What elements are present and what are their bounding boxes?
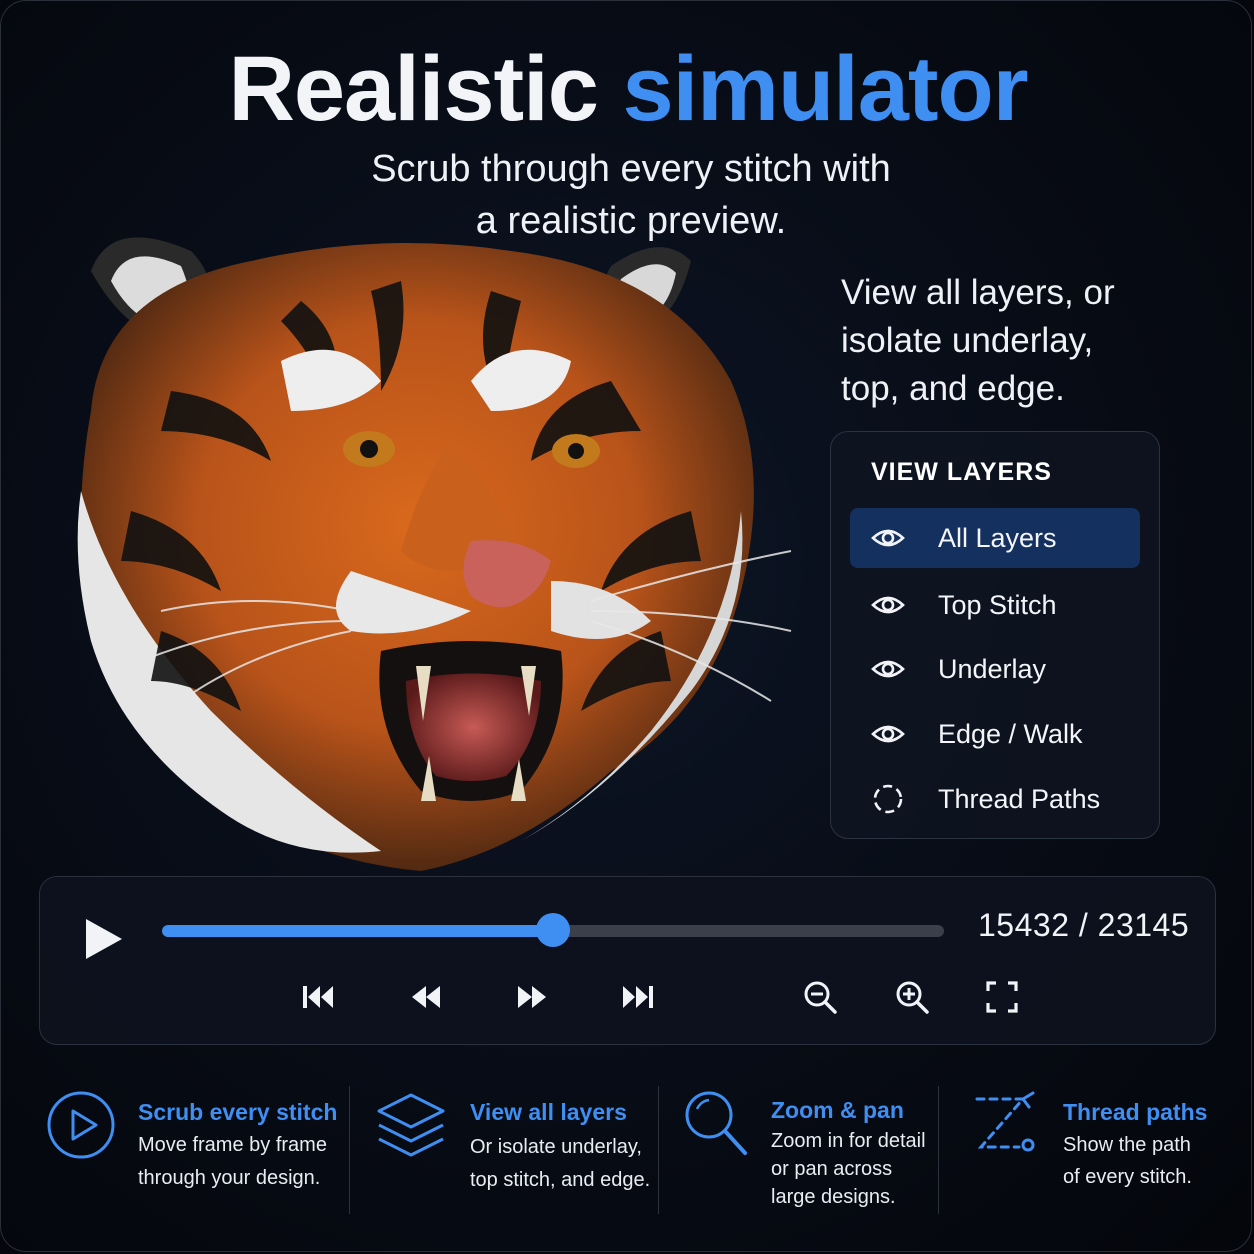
total-stitches: 23145 <box>1097 907 1190 943</box>
rewind-icon <box>412 986 440 1008</box>
feature-scrub: Scrub every stitch Move frame by frame t… <box>46 1089 338 1219</box>
feature-desc-line-2: through your design. <box>138 1167 321 1189</box>
stitch-counter: 15432 / 23145 <box>978 907 1189 944</box>
eye-icon <box>871 725 905 743</box>
feature-desc-line-2: of every stitch. <box>1063 1166 1192 1188</box>
rewind-button[interactable] <box>406 977 446 1017</box>
thread-path-icon <box>975 1091 1035 1152</box>
current-stitch: 15432 <box>978 907 1070 943</box>
feature-desc-line-2: top stitch, and edge. <box>470 1169 651 1191</box>
layers-description-line-2: isolate underlay, <box>841 321 1094 360</box>
skip-to-end-button[interactable] <box>618 977 658 1017</box>
zoom-out-button[interactable] <box>800 977 840 1017</box>
feature-title: View all layers <box>470 1099 627 1125</box>
feature-divider <box>658 1086 659 1214</box>
page-title: Realistic simulator <box>1 38 1251 140</box>
view-layers-title: VIEW LAYERS <box>871 458 1052 486</box>
layers-description-line-1: View all layers, or <box>841 273 1115 312</box>
feature-title: Scrub every stitch <box>138 1099 338 1125</box>
feature-desc-line-1: Or isolate underlay, <box>470 1136 642 1158</box>
view-layers-panel: VIEW LAYERS All Layers Top Stitch Underl… <box>830 431 1160 839</box>
feature-zoom: Zoom & pan Zoom in for detail or pan acr… <box>683 1089 933 1219</box>
counter-separator: / <box>1078 907 1089 943</box>
feature-desc-line-2: or pan across <box>771 1158 893 1180</box>
zoom-in-button[interactable] <box>892 977 932 1017</box>
title-accent: simulator <box>622 38 1028 140</box>
eye-icon <box>871 529 905 547</box>
layers-description-line-3: top, and edge. <box>841 369 1065 408</box>
layer-option-all-layers[interactable]: All Layers <box>850 508 1140 568</box>
layer-option-label: Thread Paths <box>938 783 1101 814</box>
layer-option-top-stitch[interactable]: Top Stitch <box>850 575 1140 635</box>
play-icon[interactable] <box>80 915 128 963</box>
feature-desc-line-1: Zoom in for detail <box>771 1130 926 1152</box>
layers-icon <box>377 1093 445 1157</box>
feature-divider <box>938 1086 939 1214</box>
layer-option-label: Top Stitch <box>938 589 1057 620</box>
feature-thread-paths: Thread paths Show the path of every stit… <box>971 1089 1211 1219</box>
playback-controls: 15432 / 23145 <box>39 876 1216 1045</box>
feature-desc-line-3: large designs. <box>771 1186 896 1208</box>
feature-divider <box>349 1086 350 1214</box>
scrubber-handle[interactable] <box>536 913 570 947</box>
feature-title: Thread paths <box>1063 1099 1208 1125</box>
scrubber-progress <box>162 925 553 937</box>
play-circle-icon <box>47 1091 115 1159</box>
subtitle-line-1: Scrub through every stitch with <box>371 148 891 190</box>
zoom-in-icon <box>896 981 929 1014</box>
layer-option-label: Edge / Walk <box>938 718 1083 749</box>
skip-start-icon <box>303 986 333 1008</box>
zoom-out-icon <box>804 981 837 1014</box>
fullscreen-icon <box>986 981 1018 1013</box>
app-frame: Realistic simulator Scrub through every … <box>0 0 1252 1252</box>
skip-to-start-button[interactable] <box>298 977 338 1017</box>
feature-desc-line-1: Show the path <box>1063 1134 1191 1156</box>
layer-option-label: All Layers <box>938 522 1057 553</box>
fullscreen-button[interactable] <box>982 977 1022 1017</box>
layer-option-label: Underlay <box>938 653 1047 684</box>
layers-description: View all layers, or isolate underlay, to… <box>841 269 1181 413</box>
eye-icon <box>871 660 905 678</box>
eye-icon <box>871 596 905 614</box>
feature-layers: View all layers Or isolate underlay, top… <box>375 1089 655 1219</box>
fast-forward-icon <box>518 986 546 1008</box>
dashed-circle-icon <box>873 784 903 814</box>
tiger-embroidery-preview <box>77 237 792 871</box>
skip-end-icon <box>623 986 653 1008</box>
title-main: Realistic <box>228 38 598 140</box>
feature-title: Zoom & pan <box>771 1097 904 1123</box>
magnifier-icon <box>685 1091 747 1155</box>
layer-option-edge-walk[interactable]: Edge / Walk <box>850 704 1140 764</box>
layer-option-thread-paths[interactable]: Thread Paths <box>850 769 1140 829</box>
fast-forward-button[interactable] <box>512 977 552 1017</box>
feature-desc-line-1: Move frame by frame <box>138 1134 327 1156</box>
layer-option-underlay[interactable]: Underlay <box>850 639 1140 699</box>
